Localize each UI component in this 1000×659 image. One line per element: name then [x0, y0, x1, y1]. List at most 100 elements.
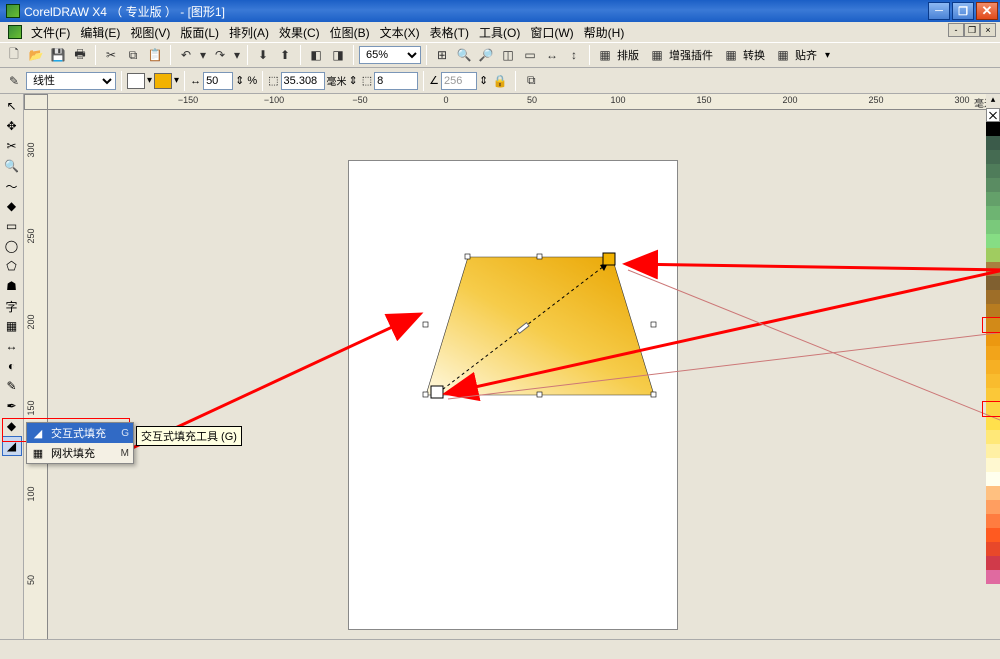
copy-props-button[interactable]: ⧉: [521, 71, 541, 91]
shape-tool[interactable]: ✥: [2, 116, 22, 136]
paste-button[interactable]: 📋: [145, 45, 165, 65]
dim-tool[interactable]: ↔: [2, 336, 22, 356]
menu-edit[interactable]: 编辑(E): [75, 22, 125, 43]
save-button[interactable]: 💾: [48, 45, 68, 65]
zoom-tool[interactable]: 🔍: [2, 156, 22, 176]
outline-tool[interactable]: ✒: [2, 396, 22, 416]
palette-swatch[interactable]: [986, 164, 1000, 178]
pick-tool[interactable]: ↖: [2, 96, 22, 116]
palette-swatch[interactable]: [986, 500, 1000, 514]
redo-button[interactable]: ↷: [210, 45, 230, 65]
zoom-fit-button[interactable]: ◫: [498, 45, 518, 65]
edit-fill-button[interactable]: ✎: [4, 71, 24, 91]
palette-swatch[interactable]: [986, 122, 1000, 136]
maximize-button[interactable]: ❐: [952, 2, 974, 20]
zoom-combo[interactable]: 65%: [359, 46, 421, 64]
palette-swatch[interactable]: [986, 360, 1000, 374]
drawing-canvas[interactable]: [48, 110, 1000, 639]
import-button[interactable]: ⬇: [253, 45, 273, 65]
y-input[interactable]: [374, 72, 418, 90]
angle-input[interactable]: [441, 72, 477, 90]
interactive-fill-tool[interactable]: ◢: [2, 436, 22, 456]
open-button[interactable]: 📂: [26, 45, 46, 65]
horizontal-ruler[interactable]: −150 −100 −50 0 50 100 150 200 250 300 毫…: [48, 94, 1000, 110]
palette-swatch[interactable]: [986, 556, 1000, 570]
palette-no-fill[interactable]: [986, 108, 1000, 122]
palette-swatch[interactable]: [986, 346, 1000, 360]
palette-swatch[interactable]: [986, 290, 1000, 304]
palette-swatch[interactable]: [986, 570, 1000, 584]
palette-swatch[interactable]: [986, 248, 1000, 262]
freehand-tool[interactable]: ～: [2, 176, 22, 196]
ellipse-tool[interactable]: ◯: [2, 236, 22, 256]
blend-tool[interactable]: ◐: [2, 356, 22, 376]
menu-arrange[interactable]: 排列(A): [224, 22, 274, 43]
undo-dropdown[interactable]: ▾: [198, 45, 208, 65]
plugin-btn[interactable]: ▦: [647, 45, 667, 65]
menu-bitmap[interactable]: 位图(B): [325, 22, 375, 43]
menu-help[interactable]: 帮助(H): [579, 22, 630, 43]
palette-swatch[interactable]: [986, 150, 1000, 164]
crop-tool[interactable]: ✂: [2, 136, 22, 156]
flyout-mesh-fill[interactable]: ▦ 网状填充 M: [27, 443, 133, 463]
copy-button[interactable]: ⧉: [123, 45, 143, 65]
palette-swatch[interactable]: [986, 486, 1000, 500]
palette-swatch[interactable]: [986, 178, 1000, 192]
polygon-tool[interactable]: ⬠: [2, 256, 22, 276]
close-button[interactable]: ✕: [976, 2, 998, 20]
palette-swatch[interactable]: [986, 234, 1000, 248]
zoom-in-button[interactable]: 🔍: [454, 45, 474, 65]
ruler-origin[interactable]: [24, 94, 48, 110]
print-button[interactable]: 🖶: [70, 45, 90, 65]
undo-button[interactable]: ↶: [176, 45, 196, 65]
fill-tool[interactable]: ◆: [2, 416, 22, 436]
palette-scroll-up[interactable]: ▴: [986, 94, 1000, 108]
mdi-close-button[interactable]: ×: [980, 23, 996, 37]
x-input[interactable]: [281, 72, 325, 90]
palette-swatch[interactable]: [986, 514, 1000, 528]
zoom-out-button[interactable]: 🔎: [476, 45, 496, 65]
zoom-width-button[interactable]: ↔: [542, 45, 562, 65]
palette-swatch[interactable]: [986, 220, 1000, 234]
palette-swatch[interactable]: [986, 304, 1000, 318]
midpoint-input[interactable]: [203, 72, 233, 90]
flyout-interactive-fill[interactable]: ◢ 交互式填充 G: [27, 423, 133, 443]
mdi-minimize-button[interactable]: -: [948, 23, 964, 37]
fill-type-combo[interactable]: 线性: [26, 72, 116, 90]
smart-fill-tool[interactable]: ◆: [2, 196, 22, 216]
menu-effects[interactable]: 效果(C): [274, 22, 325, 43]
palette-swatch[interactable]: [986, 444, 1000, 458]
palette-swatch[interactable]: [986, 416, 1000, 430]
selected-shape[interactable]: [426, 255, 654, 397]
fill-from-color[interactable]: [127, 73, 145, 89]
snap-label[interactable]: 贴齐: [795, 47, 817, 63]
vertical-ruler[interactable]: 300 250 200 150 100 50: [24, 110, 48, 639]
snap-btn[interactable]: ▦: [773, 45, 793, 65]
lock-button[interactable]: 🔒: [490, 71, 510, 91]
menu-window[interactable]: 窗口(W): [525, 22, 578, 43]
palette-swatch[interactable]: [986, 192, 1000, 206]
menu-tools[interactable]: 工具(O): [474, 22, 525, 43]
zoom-height-button[interactable]: ↕: [564, 45, 584, 65]
layout-label[interactable]: 排版: [617, 47, 639, 63]
plugin-label[interactable]: 增强插件: [669, 47, 713, 63]
text-tool[interactable]: 字: [2, 296, 22, 316]
palette-swatch[interactable]: [986, 458, 1000, 472]
snap-button[interactable]: ⊞: [432, 45, 452, 65]
palette-swatch[interactable]: [986, 472, 1000, 486]
new-button[interactable]: 🗋: [4, 45, 24, 65]
mdi-restore-button[interactable]: ❐: [964, 23, 980, 37]
fill-to-color[interactable]: [154, 73, 172, 89]
palette-swatch[interactable]: [986, 262, 1000, 276]
palette-swatch[interactable]: [986, 528, 1000, 542]
palette-swatch[interactable]: [986, 430, 1000, 444]
basic-shapes-tool[interactable]: ☗: [2, 276, 22, 296]
menu-file[interactable]: 文件(F): [26, 22, 75, 43]
redo-dropdown[interactable]: ▾: [232, 45, 242, 65]
convert-label[interactable]: 转换: [743, 47, 765, 63]
menu-table[interactable]: 表格(T): [425, 22, 474, 43]
layout-btn[interactable]: ▦: [595, 45, 615, 65]
palette-swatch[interactable]: [986, 276, 1000, 290]
convert-btn[interactable]: ▦: [721, 45, 741, 65]
minimize-button[interactable]: ─: [928, 2, 950, 20]
